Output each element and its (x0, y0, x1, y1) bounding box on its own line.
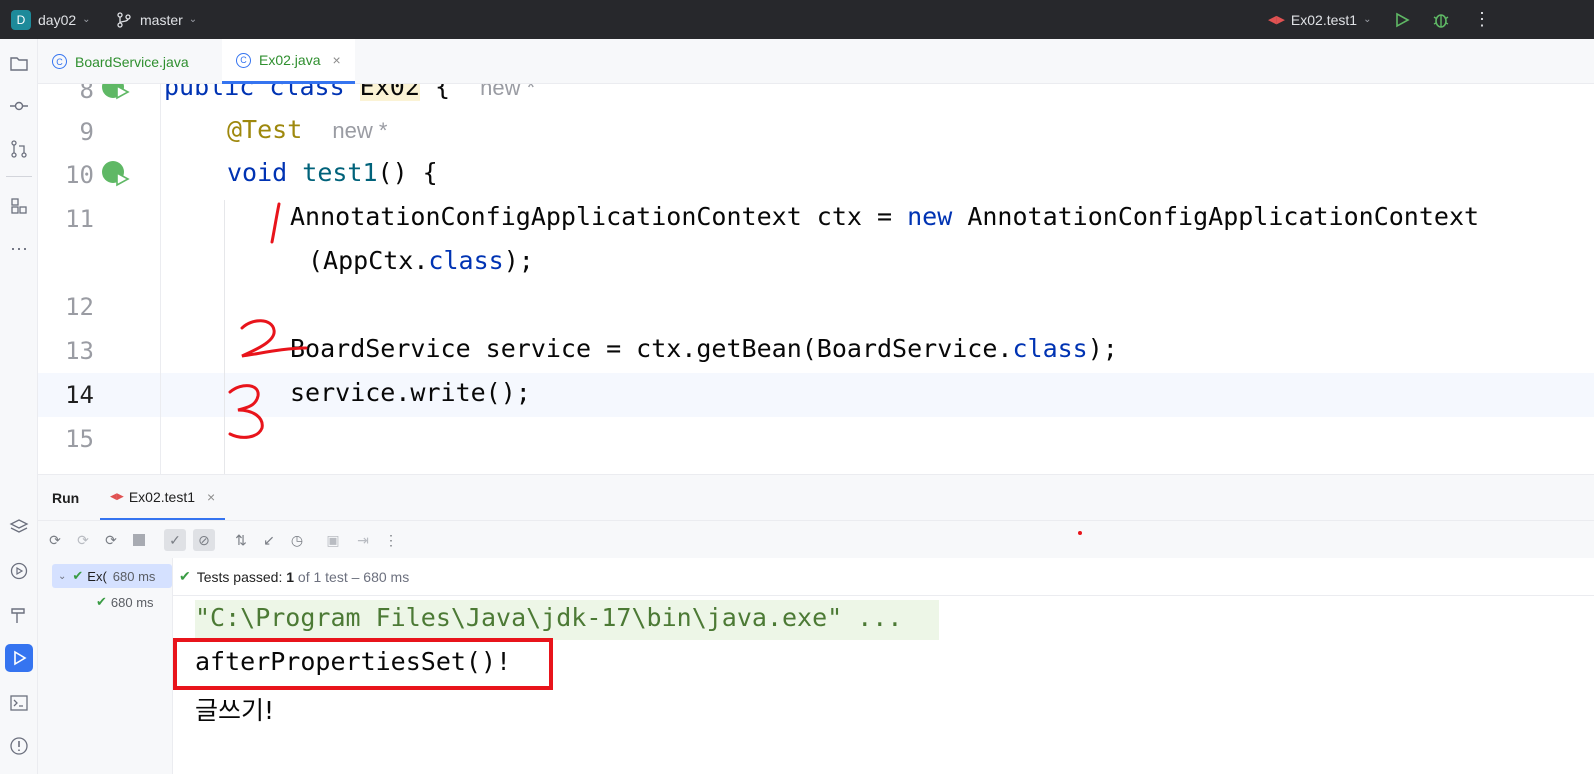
red-dot (1078, 531, 1082, 535)
run-tool-icon[interactable] (5, 644, 33, 672)
tab-boardservice[interactable]: C BoardService.java (38, 39, 203, 84)
commit-icon[interactable] (5, 92, 33, 120)
history-icon[interactable]: ◷ (286, 529, 308, 551)
test-class-icon: C (236, 52, 251, 68)
services-icon[interactable] (5, 557, 33, 585)
test-status-bar: ✔ Tests passed: 1 of 1 test – 680 ms (173, 558, 1594, 596)
console-command-line: "C:\Program Files\Java\jdk-17\bin\java.e… (195, 603, 903, 632)
highlight-box (173, 638, 553, 690)
run-toolbar: ⟳ ⟳ ⟳ ✓ ⊘ ⇅ ↙ ◷ ▣ ⇥ ⋮ (38, 520, 1594, 558)
terminal-icon[interactable] (5, 689, 33, 717)
tab-ex02[interactable]: C Ex02.java × (222, 39, 355, 84)
passed-check-icon: ✔ (179, 568, 191, 584)
title-bar: D day02 ⌄ master ⌄ ◀▶ Ex02.test1 ⌄ ⋮ (0, 0, 1594, 39)
run-icon (1396, 12, 1410, 27)
rerun-icon[interactable]: ⟳ (44, 529, 66, 551)
rerun-failed-icon[interactable]: ⟳ (72, 529, 94, 551)
left-tool-strip: ⋯ (0, 39, 38, 774)
editor-tabs: C BoardService.java C Ex02.java × (38, 39, 1594, 84)
show-passed-icon[interactable]: ✓ (164, 529, 186, 551)
collapse-icon[interactable]: ↙ (258, 529, 280, 551)
close-icon[interactable]: × (207, 489, 215, 505)
run-tab[interactable]: ◀▶ Ex02.test1 × (100, 475, 226, 521)
test-config-icon: ◀▶ (1268, 14, 1285, 26)
passed-check-icon: ✔ (72, 568, 84, 583)
tree-row-root[interactable]: ⌄ ✔ Ex( 680 ms (52, 564, 172, 588)
console-line: 글쓰기! (195, 696, 275, 725)
show-ignored-icon[interactable]: ⊘ (193, 529, 215, 551)
console-output[interactable]: ✔ Tests passed: 1 of 1 test – 680 ms "C:… (173, 558, 1594, 774)
handwritten-annotations (228, 202, 308, 439)
run-tab-label: Ex02.test1 (128, 488, 195, 505)
branch-selector[interactable]: master ⌄ (116, 0, 197, 39)
import-icon[interactable]: ⇥ (352, 529, 374, 551)
chevron-down-icon: ⌄ (58, 570, 67, 582)
code-editor[interactable]: 8 9 10 11 12 13 14 15 public class Ex02 … (38, 84, 1594, 474)
sort-icon[interactable]: ⇅ (230, 529, 252, 551)
run-panel-header: Run ◀▶ Ex02.test1 × (38, 474, 1594, 521)
pull-requests-icon[interactable] (5, 135, 33, 163)
more-tools-icon[interactable]: ⋯ (5, 235, 33, 263)
run-button[interactable] (1394, 0, 1410, 39)
class-icon: C (52, 54, 67, 69)
run-config-name: Ex02.test1 (1290, 11, 1358, 28)
tab-label: Ex02.java (259, 52, 321, 68)
close-icon[interactable]: × (332, 52, 340, 68)
run-panel-title: Run (52, 490, 80, 506)
layers-icon[interactable] (5, 513, 33, 541)
run-config-selector[interactable]: ◀▶ Ex02.test1 ⌄ (1268, 0, 1371, 39)
build-hammer-icon[interactable] (5, 601, 33, 629)
debug-button[interactable] (1432, 0, 1450, 39)
project-folder-icon[interactable] (5, 49, 33, 77)
branch-name: master (140, 11, 183, 28)
tab-label: BoardService.java (75, 53, 189, 70)
project-selector[interactable]: D day02 ⌄ (11, 0, 91, 39)
divider (6, 176, 32, 177)
chevron-down-icon: ⌄ (82, 14, 91, 25)
chevron-down-icon: ⌄ (188, 14, 198, 25)
structure-icon[interactable] (5, 192, 33, 220)
debug-bug-icon (1433, 13, 1449, 28)
problems-icon[interactable] (5, 732, 33, 760)
tree-row-test[interactable]: ✔ 680 ms (96, 594, 154, 610)
chevron-down-icon: ⌄ (1363, 14, 1372, 25)
more-options-icon[interactable]: ⋮ (380, 529, 402, 551)
test-config-icon: ◀▶ (110, 491, 124, 501)
project-name: day02 (38, 11, 77, 28)
rerun-auto-icon[interactable]: ⟳ (100, 529, 122, 551)
stop-icon[interactable] (128, 529, 150, 551)
git-branch-icon (117, 11, 131, 28)
more-options-icon[interactable]: ⋮ (1473, 0, 1491, 39)
test-tree: ⌄ ✔ Ex( 680 ms ✔ 680 ms (38, 558, 173, 774)
camera-icon[interactable]: ▣ (322, 529, 344, 551)
passed-check-icon: ✔ (96, 594, 107, 609)
project-badge: D (11, 9, 31, 30)
